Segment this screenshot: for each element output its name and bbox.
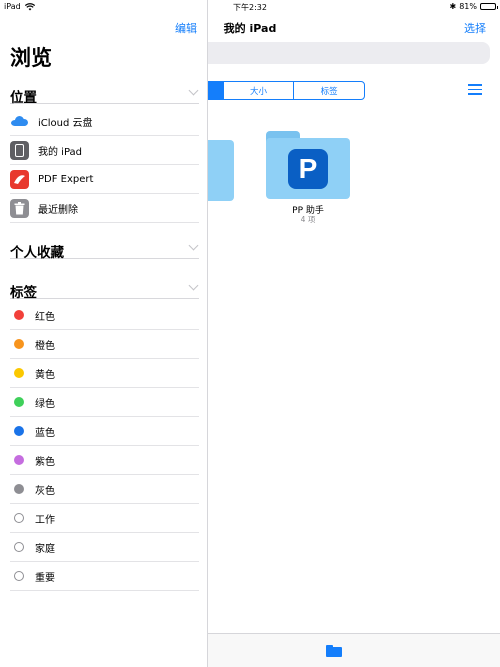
tag-label: 工作 [35,514,55,526]
tag-item[interactable]: 工作 [10,504,199,533]
pp-app-icon: P [288,149,328,189]
tag-label: 黄色 [35,369,55,381]
tag-label: 紫色 [35,456,55,468]
sidebar-item-pdf-expert[interactable]: PDF Expert [10,165,199,194]
section-heading: 位置 [10,90,37,106]
tag-label: 绿色 [35,398,55,410]
tag-label: 重要 [35,572,55,584]
tag-dot-icon [14,397,24,407]
icloud-icon [10,112,29,131]
tag-label: 红色 [35,311,55,323]
tag-item[interactable]: 灰色 [10,475,199,504]
tag-dot-icon [14,368,24,378]
sidebar: 编辑 浏览 位置 iCloud 云盘 我的 iPad PDF Expert 最近… [0,0,208,667]
edit-button[interactable]: 编辑 [175,20,197,36]
bottom-toolbar [208,633,500,667]
section-tags[interactable]: 标签 [10,277,199,301]
tag-dot-icon [14,339,24,349]
pdf-expert-icon [10,169,29,189]
page-title: 我的 iPad [223,22,277,35]
tag-dot-icon [14,310,24,320]
tag-item[interactable]: 紫色 [10,446,199,475]
tag-label: 灰色 [35,485,55,497]
tag-item[interactable]: 黄色 [10,359,199,388]
tag-dot-icon [14,484,24,494]
sidebar-item-label: 我的 iPad [38,146,83,158]
folder-pp[interactable]: P [266,131,350,199]
chevron-down-icon[interactable] [188,280,199,291]
section-favorites[interactable]: 个人收藏 [10,237,199,261]
chevron-down-icon[interactable] [188,85,199,96]
new-folder-icon[interactable] [326,645,342,657]
tag-dot-icon [14,426,24,436]
ipad-icon [10,140,29,160]
trash-icon [10,198,29,218]
tag-dot-icon [14,455,24,465]
select-button[interactable]: 选择 [464,20,486,36]
sidebar-item-label: iCloud 云盘 [38,117,93,129]
status-time: 下午2:32 [233,3,267,12]
sidebar-item-recently-deleted[interactable]: 最近删除 [10,194,199,223]
section-heading: 标签 [10,285,37,301]
tag-label: 橙色 [35,340,55,352]
device-name: iPad [4,2,21,11]
tag-label: 蓝色 [35,427,55,439]
tag-item[interactable]: 红色 [10,301,199,330]
wifi-icon [24,2,35,10]
chevron-down-icon[interactable] [188,240,199,251]
sidebar-item-label: PDF Expert [38,173,94,185]
bluetooth-icon: ✱ [449,2,457,11]
list-view-icon[interactable] [468,84,482,95]
tag-item[interactable]: 橙色 [10,330,199,359]
browse-title: 浏览 [10,46,52,70]
sidebar-item-label: 最近删除 [38,204,78,216]
section-locations[interactable]: 位置 [10,82,199,106]
tag-dot-icon [14,542,24,552]
tag-item[interactable]: 蓝色 [10,417,199,446]
tag-dot-icon [14,513,24,523]
tag-item[interactable]: 重要 [10,562,199,591]
tag-item[interactable]: 家庭 [10,533,199,562]
status-bar: 下午2:32 iPad ✱ 81% [0,0,500,14]
sort-tab-tags[interactable]: 标签 [293,82,364,99]
sort-tab-size[interactable]: 大小 [222,82,294,99]
section-heading: 个人收藏 [10,245,64,261]
battery-icon [480,3,498,10]
tag-dot-icon [14,571,24,581]
sidebar-item-my-ipad[interactable]: 我的 iPad [10,136,199,165]
sidebar-item-icloud[interactable]: iCloud 云盘 [10,107,199,136]
battery-percent: 81% [459,2,477,11]
tag-label: 家庭 [35,543,55,555]
folder-item-count: 4 项 [300,215,316,224]
tag-item[interactable]: 绿色 [10,388,199,417]
